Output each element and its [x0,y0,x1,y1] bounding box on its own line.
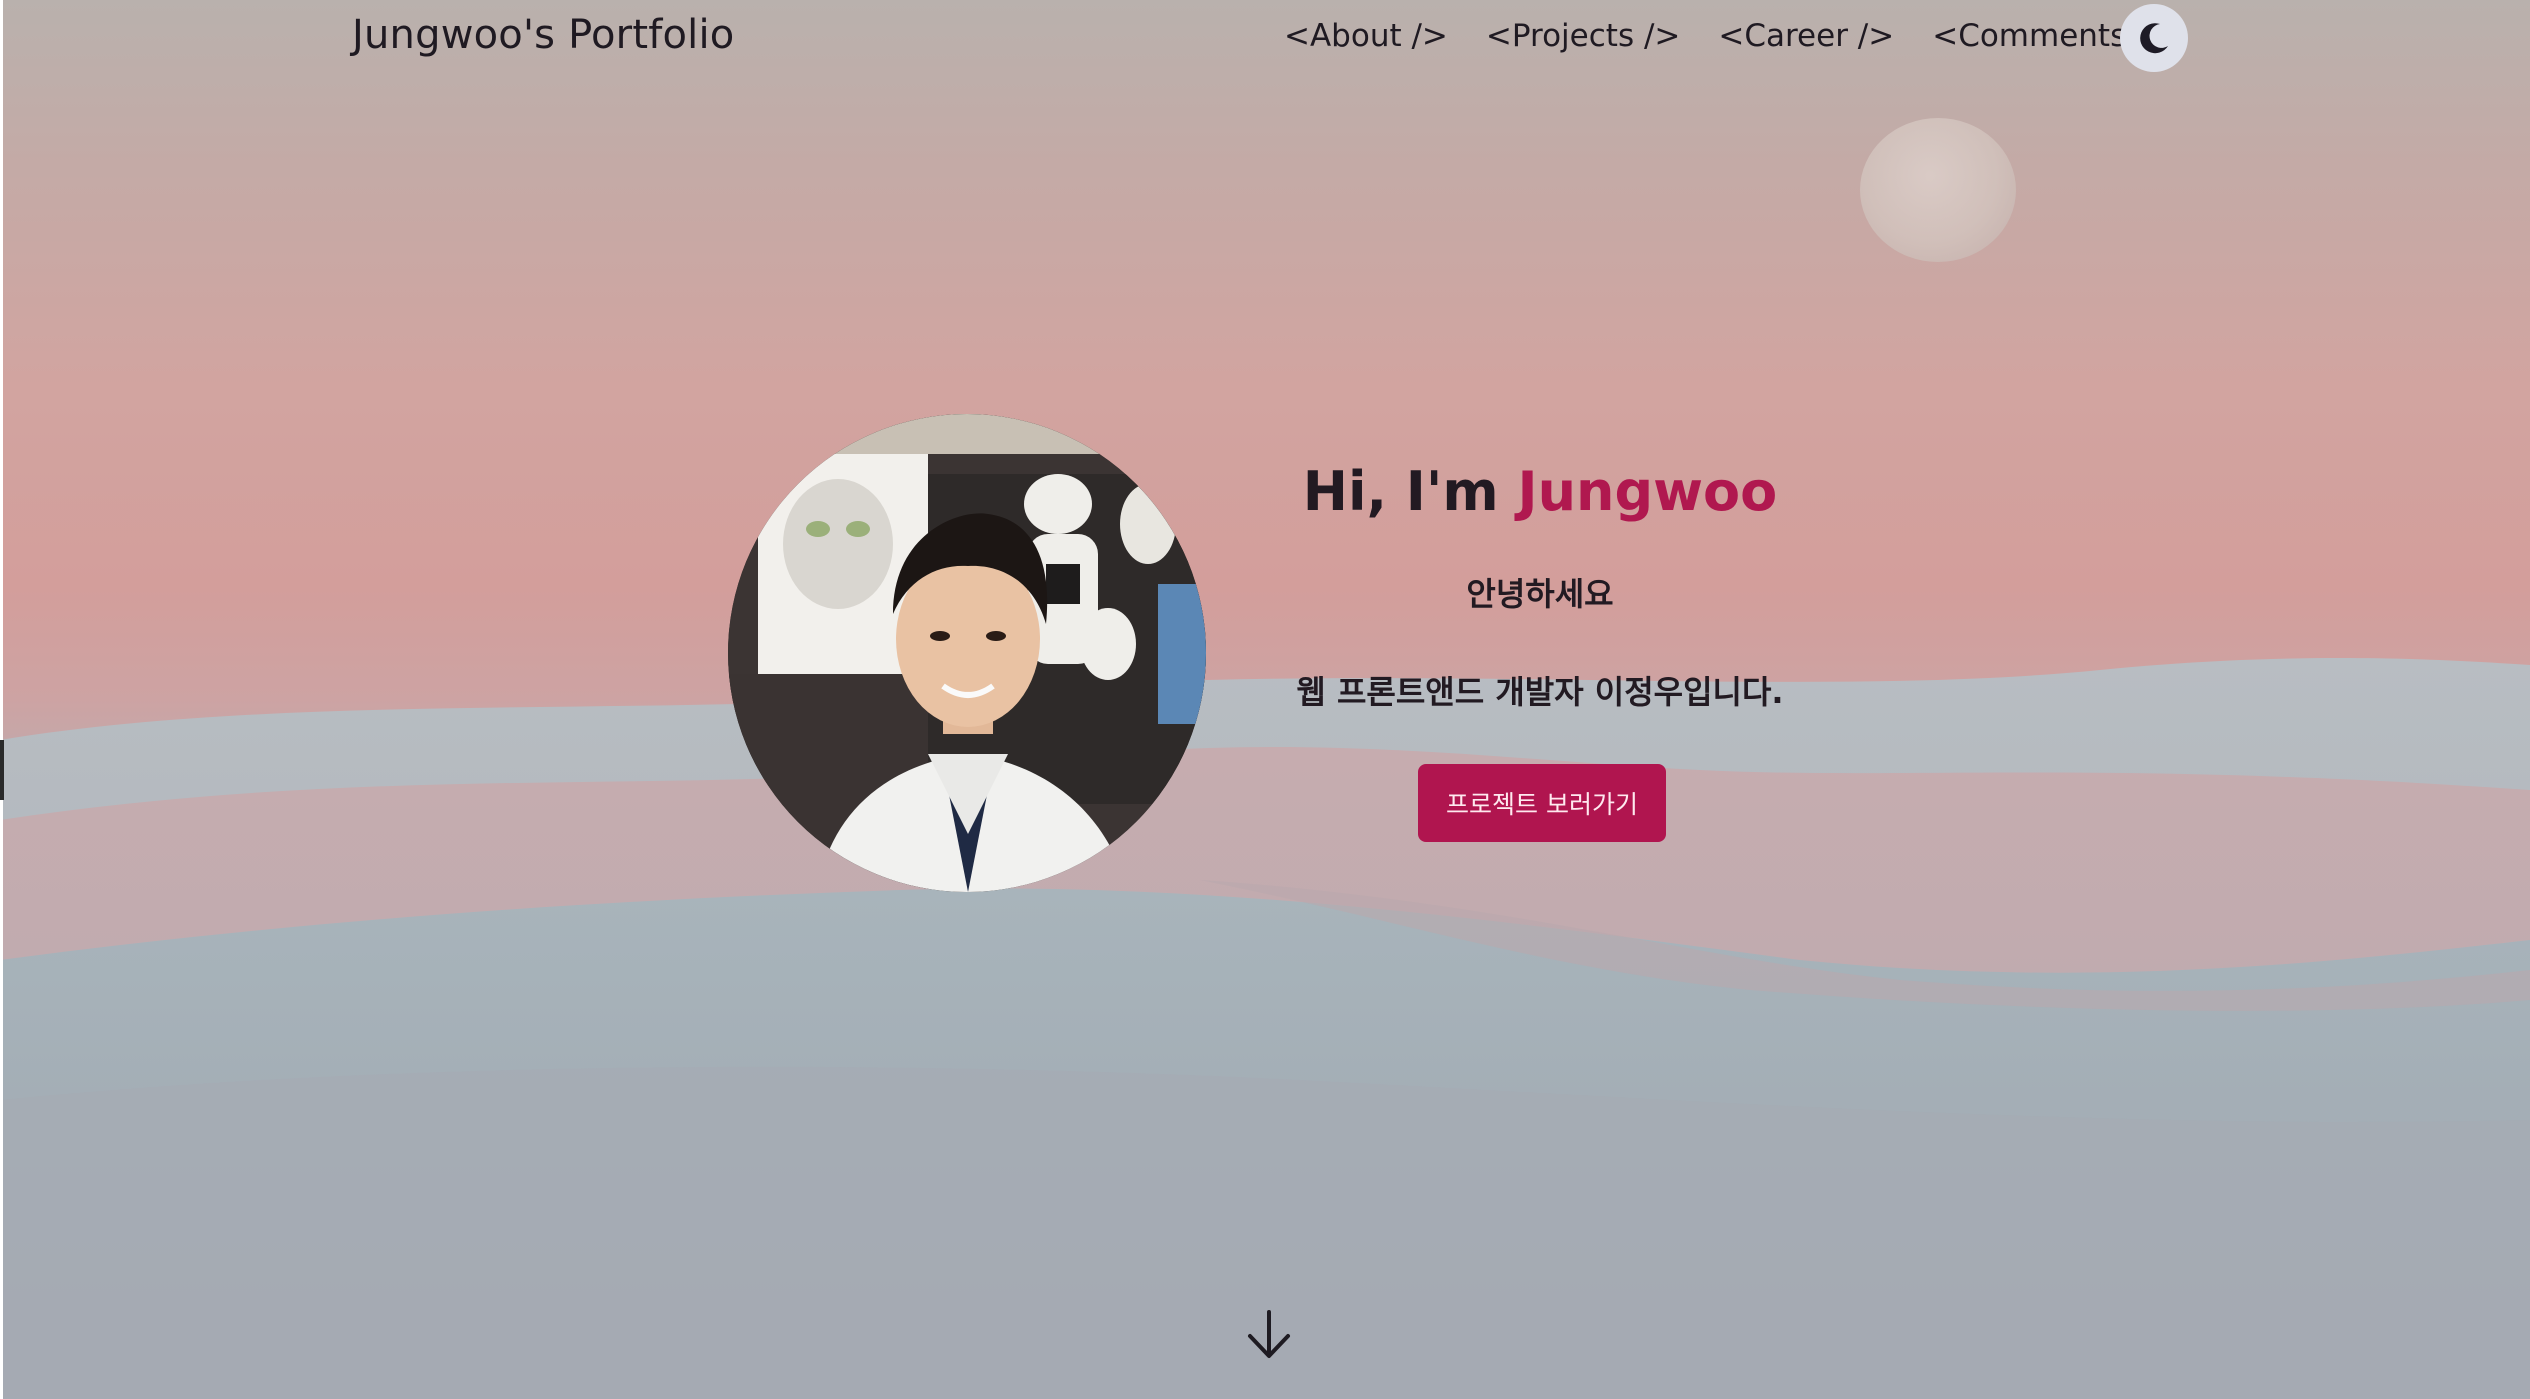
site-header: Jungwoo's Portfolio <About /> <Projects … [0,0,2530,76]
hero-greeting: 안녕하세요 [1466,574,1614,613]
hero-intro: 웹 프론트앤드 개발자 이정우입니다. [1296,672,1784,711]
arrow-down-icon[interactable] [1240,1306,1298,1364]
hero-title-prefix: Hi, I'm [1302,460,1518,523]
site-brand[interactable]: Jungwoo's Portfolio [352,12,734,58]
view-projects-button[interactable]: 프로젝트 보러가기 [1418,764,1666,842]
hero-text: Hi, I'm Jungwoo 안녕하세요 웹 프론트앤드 개발자 이정우입니다… [1240,460,1840,713]
nav-projects[interactable]: <Projects /> [1486,18,1680,54]
scroll-marker [0,740,4,800]
hero-title: Hi, I'm Jungwoo [1240,460,1840,525]
nav-career[interactable]: <Career /> [1718,18,1894,54]
profile-photo [728,414,1206,892]
moon-decoration [1860,118,2016,262]
theme-toggle-button[interactable] [2120,4,2188,72]
page: Jungwoo's Portfolio <About /> <Projects … [0,0,2530,1399]
hero-title-name: Jungwoo [1517,460,1778,523]
moon-icon [2140,23,2168,54]
nav-about[interactable]: <About /> [1284,18,1448,54]
profile-photo-image [728,414,1206,892]
window-edge [0,0,3,1399]
main-nav: <About /> <Projects /> <Career /> <Comme… [1284,18,2173,54]
